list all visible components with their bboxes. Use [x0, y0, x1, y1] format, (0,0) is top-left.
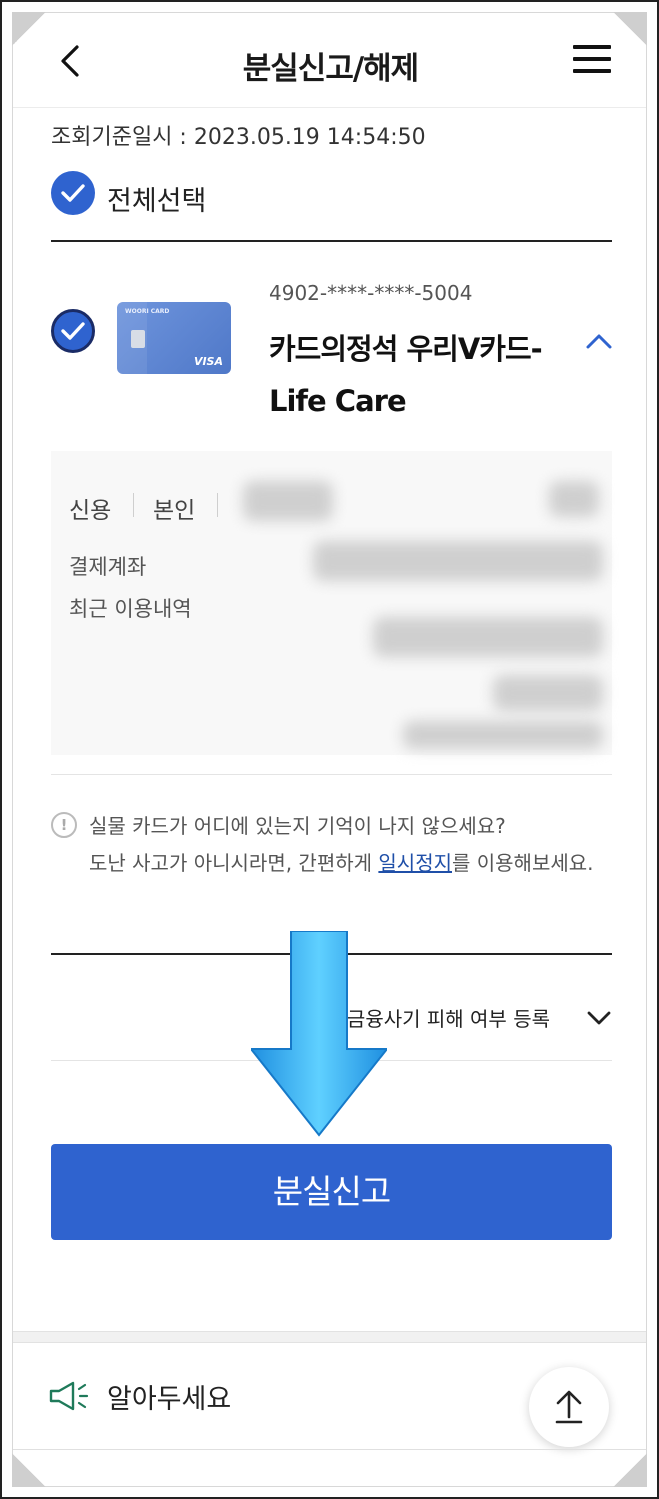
- section-divider: [51, 240, 612, 242]
- checkmark-icon: [51, 171, 95, 215]
- card-owner: 본인: [153, 498, 196, 524]
- notice-line-1: 실물 카드가 어디에 있는지 기억이 나지 않으세요?: [89, 814, 506, 838]
- corner-fold: [613, 12, 647, 46]
- info-icon: !: [51, 812, 77, 838]
- redacted-usage: [373, 617, 603, 657]
- select-all-checkbox[interactable]: 전체선택: [51, 171, 251, 219]
- notes-section-toggle[interactable]: 알아두세요: [47, 1371, 347, 1421]
- notes-label: 알아두세요: [107, 1384, 232, 1415]
- select-all-label: 전체선택: [107, 186, 207, 217]
- card-number: 4902-****-****-5004: [269, 281, 473, 305]
- payment-account-label: 결제계좌: [69, 555, 147, 579]
- card-thumbnail: WOORI CARD VISA: [117, 302, 231, 374]
- pause-link[interactable]: 일시정지: [378, 851, 452, 875]
- page-title: 분실신고/해제: [242, 51, 419, 87]
- footer-separator: [13, 1331, 646, 1343]
- corner-fold: [613, 1453, 647, 1487]
- notice-line-2: 도난 사고가 아니시라면, 간편하게: [89, 851, 379, 875]
- redacted-usage: [403, 721, 603, 749]
- menu-button[interactable]: [573, 45, 613, 75]
- redacted-account: [313, 541, 603, 581]
- card-details-panel: 신용 본인 결제계좌 최근 이용내역: [51, 451, 612, 755]
- query-timestamp: 조회기준일시 : 2023.05.19 14:54:50: [51, 125, 426, 150]
- collapse-button[interactable]: [585, 331, 613, 351]
- card-type: 신용: [69, 498, 112, 524]
- card-name: 카드의정석 우리V카드-Life Care: [269, 332, 543, 418]
- header-bar: 분실신고/해제: [13, 13, 646, 108]
- notice-line-2-end: 를 이용해보세요.: [452, 851, 594, 875]
- redacted-value: [243, 481, 333, 521]
- redacted-value: [549, 481, 599, 517]
- checkmark-icon: [61, 322, 85, 340]
- app-screen: 분실신고/해제 조회기준일시 : 2023.05.19 14:54:50 전체선…: [12, 12, 647, 1487]
- redacted-usage: [493, 675, 603, 711]
- corner-fold: [12, 1453, 46, 1487]
- card-checkbox[interactable]: [51, 309, 95, 353]
- annotation-arrow-icon: [251, 931, 387, 1137]
- chevron-up-icon: [586, 334, 612, 349]
- hamburger-menu-icon: [573, 45, 611, 49]
- visa-logo: VISA: [193, 355, 223, 368]
- arrow-up-icon: [555, 1390, 583, 1424]
- report-loss-button[interactable]: 분실신고: [51, 1144, 612, 1240]
- recent-usage-label: 최근 이용내역: [69, 597, 192, 621]
- card-chip: [131, 330, 145, 348]
- megaphone-icon: [49, 1381, 89, 1411]
- scroll-to-top-button[interactable]: [529, 1367, 609, 1447]
- chevron-down-icon: [587, 1011, 611, 1025]
- card-issuer-text: WOORI CARD: [125, 308, 170, 315]
- corner-fold: [12, 12, 46, 46]
